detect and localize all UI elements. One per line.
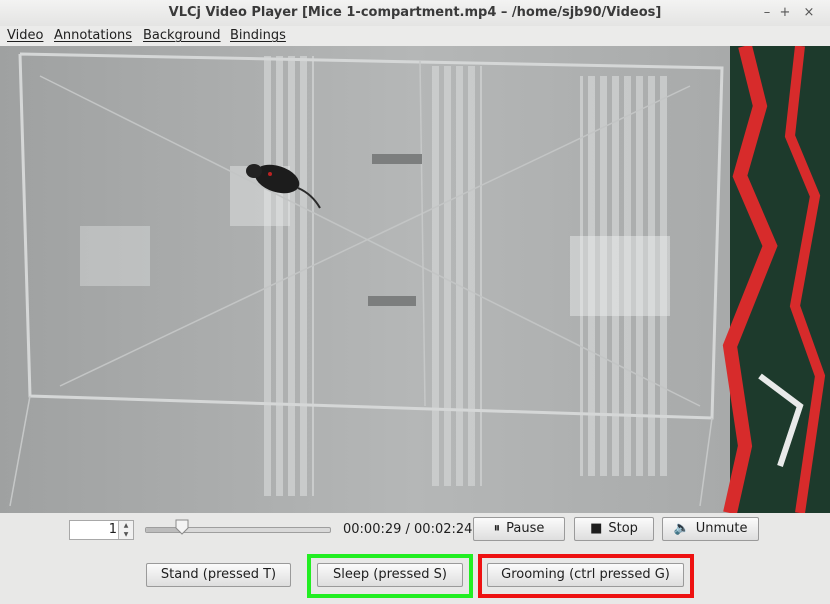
stand-button[interactable]: Stand (pressed T): [146, 563, 291, 587]
speaker-icon: 🔈: [673, 521, 690, 536]
rate-value[interactable]: 1: [109, 522, 117, 537]
title-bar: VLCj Video Player [Mice 1-compartment.mp…: [0, 0, 830, 27]
unmute-button[interactable]: 🔈 Unmute: [662, 517, 759, 541]
pause-button[interactable]: ⏸ Pause: [473, 517, 565, 541]
menu-bindings[interactable]: Bindings: [230, 28, 286, 43]
menu-background[interactable]: Background: [143, 28, 221, 43]
stop-button[interactable]: ■ Stop: [574, 517, 654, 541]
pause-label: Pause: [506, 521, 545, 536]
video-frame[interactable]: [0, 46, 830, 513]
spin-down-icon[interactable]: ▼: [118, 530, 133, 539]
video-scene: [0, 46, 830, 513]
pause-icon: ⏸: [493, 521, 501, 536]
unmute-label: Unmute: [695, 521, 748, 536]
time-display: 00:00:29 / 00:02:24: [343, 522, 473, 537]
stop-icon: ■: [590, 521, 603, 536]
close-button[interactable]: ×: [800, 4, 818, 22]
seek-slider-thumb[interactable]: [175, 519, 189, 535]
window-title: VLCj Video Player [Mice 1-compartment.mp…: [168, 5, 662, 20]
minimize-button[interactable]: –: [758, 4, 776, 22]
menu-annotations[interactable]: Annotations: [54, 28, 132, 43]
spin-up-icon[interactable]: ▲: [118, 521, 133, 530]
seek-slider[interactable]: [145, 527, 331, 533]
grooming-button[interactable]: Grooming (ctrl pressed G): [487, 563, 684, 587]
menu-video[interactable]: Video: [7, 28, 43, 43]
sleep-button[interactable]: Sleep (pressed S): [317, 563, 463, 587]
stop-label: Stop: [608, 521, 638, 536]
rate-spinner[interactable]: 1 ▲ ▼: [69, 520, 134, 540]
menu-bar: Video Annotations Background Bindings: [0, 26, 830, 46]
maximize-button[interactable]: +: [776, 4, 794, 22]
